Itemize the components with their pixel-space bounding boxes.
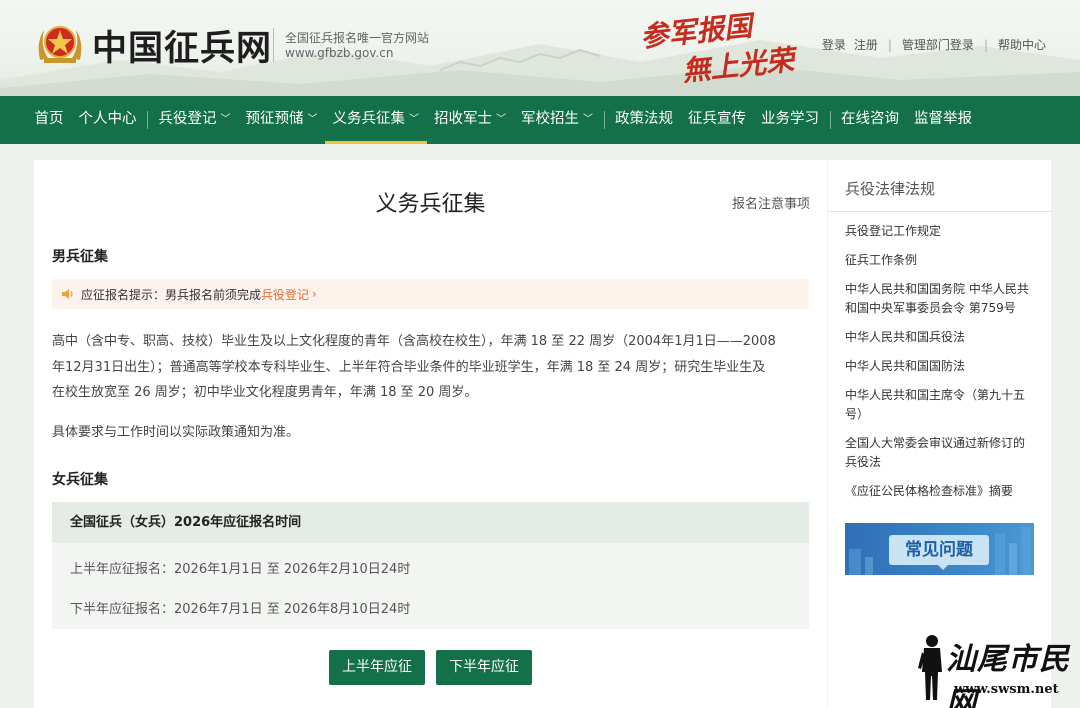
nav-divider xyxy=(147,111,148,129)
law-list: 兵役登记工作规定 征兵工作条例 中华人民共和国国务院 中华人民共和国中央军事委员… xyxy=(828,212,1051,501)
military-registration-link[interactable]: 兵役登记 xyxy=(261,286,309,303)
speech-pointer xyxy=(937,564,949,570)
nav-label: 在线咨询 xyxy=(841,111,899,127)
female-section-title: 女兵征集 xyxy=(52,472,108,488)
site-header: 中国征兵网 全国征兵报名唯一官方网站 www.gfbzb.gov.cn 参军报国… xyxy=(0,0,1080,96)
law-link[interactable]: 中华人民共和国兵役法 xyxy=(845,328,1034,347)
registration-notice-link[interactable]: 报名注意事项 xyxy=(732,193,810,212)
nav-label: 预征预储 xyxy=(245,111,304,127)
nav-label: 政策法规 xyxy=(615,111,673,127)
link-separator: | xyxy=(983,37,988,52)
law-link[interactable]: 中华人民共和国国务院 中华人民共和国中央军事委员会令 第759号 xyxy=(845,280,1034,318)
nav-label: 义务兵征集 xyxy=(332,111,406,127)
first-half-apply-button[interactable]: 上半年应征 xyxy=(329,650,425,685)
nav-item-policy[interactable]: 政策法规 xyxy=(608,96,681,144)
female-registration-box: 全国征兵（女兵）2026年应征报名时间 上半年应征报名：2026年1月1日 至 … xyxy=(52,502,809,629)
nav-item-report[interactable]: 监督举报 xyxy=(907,96,980,144)
male-section-title: 男兵征集 xyxy=(52,249,108,265)
admin-login-link[interactable]: 管理部门登录 xyxy=(898,36,978,53)
nav-item-home[interactable]: 首页 xyxy=(27,96,71,144)
nav-label: 征兵宣传 xyxy=(688,111,746,127)
nav-item-conscription[interactable]: 义务兵征集 ﹀ xyxy=(325,96,427,144)
nav-item-online-consult[interactable]: 在线咨询 xyxy=(834,96,907,144)
page-title: 义务兵征集 xyxy=(375,192,486,217)
chevron-down-icon: ﹀ xyxy=(496,114,506,125)
nav-item-learning[interactable]: 业务学习 xyxy=(754,96,827,144)
faq-banner[interactable]: 常见问题 xyxy=(845,523,1034,575)
male-requirements-line-3: 在校生放宽至 26 周岁；初中毕业文化程度男青年，年满 18 至 20 周岁。 xyxy=(52,385,478,400)
login-link[interactable]: 登录 xyxy=(818,36,850,53)
nav-item-military-registration[interactable]: 兵役登记 ﹀ xyxy=(151,96,238,144)
law-link[interactable]: 全国人大常委会审议通过新修订的兵役法 xyxy=(845,434,1034,472)
link-separator: | xyxy=(887,37,892,52)
nav-item-pre-enlistment[interactable]: 预征预储 ﹀ xyxy=(238,96,325,144)
female-box-title: 全国征兵（女兵）2026年应征报名时间 xyxy=(52,502,809,543)
site-title[interactable]: 中国征兵网 xyxy=(92,20,272,71)
nav-item-military-academy[interactable]: 军校招生 ﹀ xyxy=(514,96,601,144)
nav-label: 军校招生 xyxy=(521,111,579,127)
nav-label: 兵役登记 xyxy=(158,111,217,127)
nav-item-personal-center[interactable]: 个人中心 xyxy=(71,96,144,144)
site-subtitle: 全国征兵报名唯一官方网站 xyxy=(285,31,430,45)
tip-text: 应征报名提示：男兵报名前须完成 xyxy=(81,287,262,302)
nav-label: 首页 xyxy=(34,111,64,127)
law-link[interactable]: 兵役登记工作规定 xyxy=(845,222,1034,241)
soldier-silhouette-icon xyxy=(918,635,942,700)
law-link[interactable]: 征兵工作条例 xyxy=(845,251,1034,270)
chevron-right-icon: › xyxy=(312,287,317,301)
faq-label: 常见问题 xyxy=(889,535,989,565)
watermark: 汕尾市民网 www.swsm.net xyxy=(912,632,1080,708)
nav-divider xyxy=(829,111,831,129)
top-links: 登录 注册 | 管理部门登录 | 帮助中心 xyxy=(818,36,1050,53)
title-divider xyxy=(273,28,274,62)
chevron-down-icon: ﹀ xyxy=(220,114,231,125)
main-nav: 首页 个人中心 兵役登记 ﹀ 预征预储 ﹀ 义务兵征集 ﹀ 招收军士 ﹀ 军校招生 ﹀ 政… xyxy=(0,96,1080,144)
slogan-calligraphy: 参军报国 無上光荣 xyxy=(636,9,796,88)
chevron-down-icon: ﹀ xyxy=(409,114,419,125)
register-link[interactable]: 注册 xyxy=(850,36,882,53)
sidebar-laws: 兵役法律法规 兵役登记工作规定 征兵工作条例 中华人民共和国国务院 中华人民共和… xyxy=(828,160,1051,708)
nav-label: 个人中心 xyxy=(78,111,137,127)
male-requirements-line-1: 高中（含中专、职高、技校）毕业生及以上文化程度的青年（含高校在校生），年满 18… xyxy=(52,334,776,349)
law-link[interactable]: 中华人民共和国主席令（第九十五号） xyxy=(845,386,1034,424)
male-requirements-paragraph: 高中（含中专、职高、技校）毕业生及以上文化程度的青年（含高校在校生），年满 18… xyxy=(52,329,812,406)
policy-note: 具体要求与工作时间以实际政策通知为准。 xyxy=(52,425,300,440)
chevron-down-icon: ﹀ xyxy=(307,114,318,125)
registration-tip-bar: 应征报名提示：男兵报名前须完成 兵役登记 › xyxy=(52,279,809,309)
site-url: www.gfbzb.gov.cn xyxy=(285,46,394,60)
nav-label: 业务学习 xyxy=(761,111,819,127)
nav-divider xyxy=(603,111,605,129)
main-content-card: 义务兵征集 报名注意事项 男兵征集 应征报名提示：男兵报名前须完成 兵役登记 ›… xyxy=(34,160,827,708)
help-center-link[interactable]: 帮助中心 xyxy=(994,36,1050,53)
second-half-registration-time: 下半年应征报名：2026年7月1日 至 2026年8月10日24时 xyxy=(70,602,411,617)
law-link[interactable]: 中华人民共和国国防法 xyxy=(845,357,1034,376)
nav-item-publicity[interactable]: 征兵宣传 xyxy=(681,96,754,144)
watermark-url: www.swsm.net xyxy=(954,682,1059,697)
army-emblem-icon xyxy=(38,26,82,63)
second-half-apply-button[interactable]: 下半年应征 xyxy=(436,650,532,685)
sidebar-title: 兵役法律法规 xyxy=(828,160,1051,212)
chevron-down-icon: ﹀ xyxy=(583,114,593,125)
nav-item-nco-recruitment[interactable]: 招收军士 ﹀ xyxy=(427,96,514,144)
nav-label: 招收军士 xyxy=(434,111,492,127)
first-half-registration-time: 上半年应征报名：2026年1月1日 至 2026年2月10日24时 xyxy=(70,562,411,577)
law-link[interactable]: 《应征公民体格检查标准》摘要 xyxy=(845,482,1034,501)
male-requirements-line-2: 年12月31日出生）；普通高等学校本专科毕业生、上半年符合毕业条件的毕业班学生，… xyxy=(52,359,766,375)
nav-label: 监督举报 xyxy=(914,111,972,127)
speaker-icon xyxy=(62,289,73,299)
